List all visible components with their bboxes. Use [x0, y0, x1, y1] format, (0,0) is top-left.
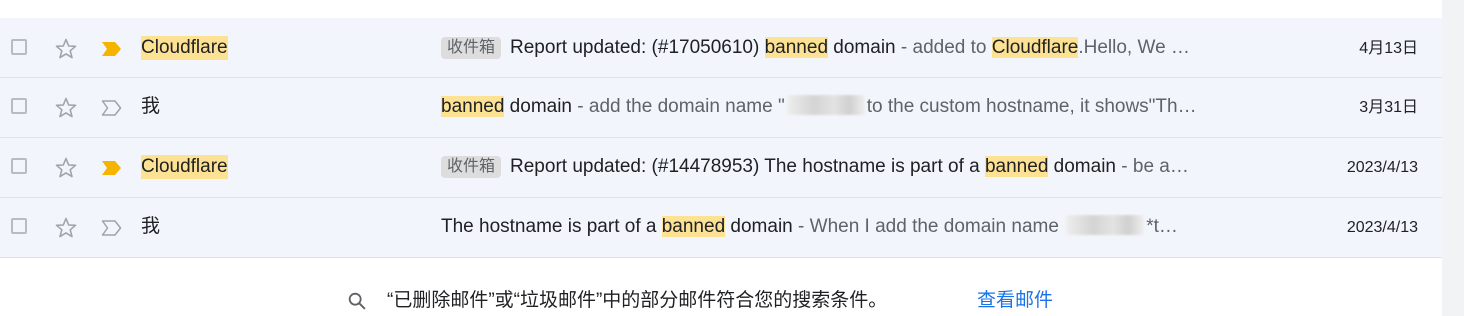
subject-text: domain: [725, 216, 793, 237]
subject-snippet: banned domain - add the domain name " to …: [441, 94, 1281, 120]
subject-text: domain: [504, 96, 573, 117]
snippet-text: *t…: [1146, 216, 1178, 237]
scrollbar[interactable]: [1442, 0, 1464, 316]
not-important-marker-icon[interactable]: [100, 98, 124, 118]
search-term-highlight: banned: [984, 156, 1049, 177]
search-notice-text: “已删除邮件”或“垃圾邮件”中的部分邮件符合您的搜索条件。: [387, 290, 888, 311]
snippet-text: - When I add the domain name: [792, 216, 1065, 237]
select-checkbox[interactable]: [11, 218, 27, 234]
subject-text: The hostname is part of a: [441, 216, 662, 237]
subject-snippet: The hostname is part of a banned domain …: [441, 214, 1281, 240]
email-date: 4月13日: [1359, 40, 1418, 57]
subject-text: domain: [828, 37, 896, 58]
sender-name: 我: [141, 96, 161, 117]
redacted-text: [1066, 215, 1145, 235]
important-marker-icon[interactable]: [100, 39, 124, 59]
star-icon[interactable]: [54, 96, 78, 120]
subject-text: Report updated: (#14478953) The hostname…: [510, 156, 985, 177]
not-important-marker-icon[interactable]: [100, 218, 124, 238]
subject-snippet: 收件箱 Report updated: (#14478953) The hostn…: [441, 154, 1281, 180]
search-icon: [348, 292, 366, 310]
search-term-highlight: Cloudflare: [991, 37, 1079, 58]
email-date: 2023/4/13: [1346, 159, 1418, 176]
email-row[interactable]: Cloudflare 收件箱 Report updated: (#14478953)…: [0, 138, 1442, 198]
select-checkbox[interactable]: [11, 158, 27, 174]
sender-name: Cloudflare: [141, 155, 228, 179]
snippet-text: - be a…: [1116, 156, 1189, 177]
select-checkbox[interactable]: [11, 98, 27, 114]
star-icon[interactable]: [54, 216, 78, 240]
snippet-text: - added to: [895, 37, 992, 58]
snippet-text: to the custom hostname, it shows"Th…: [866, 96, 1197, 117]
email-date: 2023/4/13: [1346, 219, 1418, 236]
email-row[interactable]: Cloudflare 收件箱 Report updated: (#17050610)…: [0, 18, 1442, 78]
search-term-highlight: banned: [661, 216, 726, 237]
search-notice: “已删除邮件”或“垃圾邮件”中的部分邮件符合您的搜索条件。 查看邮件: [0, 286, 1442, 316]
snippet-text: - add the domain name ": [572, 96, 785, 117]
sender-name: 我: [141, 216, 161, 237]
subject-text: domain: [1048, 156, 1116, 177]
important-marker-icon[interactable]: [100, 158, 124, 178]
search-term-highlight: banned: [764, 37, 829, 58]
inbox-label-chip[interactable]: 收件箱: [441, 37, 502, 59]
view-messages-link[interactable]: 查看邮件: [977, 288, 1053, 314]
select-checkbox[interactable]: [11, 39, 27, 55]
email-row[interactable]: 我 banned domain - add the domain name " to…: [0, 78, 1442, 138]
subject-snippet: 收件箱 Report updated: (#17050610) banned do…: [441, 35, 1281, 61]
search-term-highlight: banned: [441, 96, 505, 117]
email-row[interactable]: 我 The hostname is part of a banned domain…: [0, 198, 1442, 258]
email-list: Cloudflare 收件箱 Report updated: (#17050610)…: [0, 18, 1442, 258]
snippet-text: .Hello, We …: [1078, 37, 1190, 58]
inbox-label-chip[interactable]: 收件箱: [441, 156, 502, 178]
email-date: 3月31日: [1359, 99, 1418, 116]
redacted-text: [786, 95, 865, 115]
sender-name: Cloudflare: [141, 36, 228, 60]
star-icon[interactable]: [54, 156, 78, 180]
star-icon[interactable]: [54, 37, 78, 61]
subject-text: Report updated: (#17050610): [510, 37, 765, 58]
